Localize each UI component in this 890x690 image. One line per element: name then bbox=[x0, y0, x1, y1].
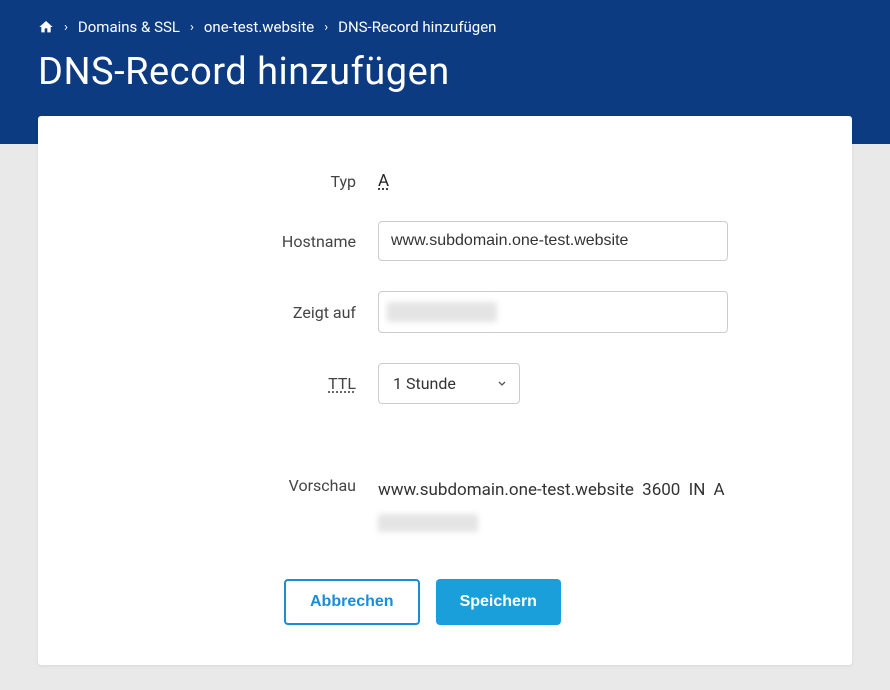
ttl-label: TTL bbox=[88, 374, 378, 393]
preview-value: www.subdomain.one-test.website 3600 IN A bbox=[378, 474, 802, 539]
redacted-value bbox=[387, 302, 497, 322]
page-title: DNS-Record hinzufügen bbox=[38, 50, 852, 94]
cancel-button[interactable]: Abbrechen bbox=[284, 579, 420, 625]
pointsto-input[interactable] bbox=[378, 291, 728, 333]
form-row-ttl: TTL 1 Stunde bbox=[88, 363, 802, 404]
form-row-type: Typ A bbox=[88, 171, 802, 191]
breadcrumb-item-domains[interactable]: Domains & SSL bbox=[78, 18, 180, 36]
home-icon[interactable] bbox=[38, 19, 54, 35]
chevron-right-icon: › bbox=[324, 20, 328, 35]
hostname-input[interactable] bbox=[378, 221, 728, 261]
form-row-pointsto: Zeigt auf bbox=[88, 291, 802, 333]
form-card: Typ A Hostname Zeigt auf TTL 1 Stunde bbox=[38, 116, 852, 665]
preview-row: Vorschau www.subdomain.one-test.website … bbox=[88, 474, 802, 539]
button-row: Abbrechen Speichern bbox=[284, 579, 802, 625]
save-button[interactable]: Speichern bbox=[436, 579, 561, 625]
chevron-right-icon: › bbox=[64, 20, 68, 35]
type-value: A bbox=[378, 171, 389, 191]
form-row-hostname: Hostname bbox=[88, 221, 802, 261]
type-label: Typ bbox=[88, 172, 378, 191]
preview-label: Vorschau bbox=[88, 474, 378, 495]
pointsto-label: Zeigt auf bbox=[88, 303, 378, 322]
hostname-label: Hostname bbox=[88, 232, 378, 251]
chevron-right-icon: › bbox=[190, 20, 194, 35]
breadcrumb-item-domain[interactable]: one-test.website bbox=[204, 18, 314, 36]
preview-text: www.subdomain.one-test.website 3600 IN A bbox=[378, 480, 725, 500]
ttl-select[interactable]: 1 Stunde bbox=[378, 363, 520, 404]
breadcrumb-item-current: DNS-Record hinzufügen bbox=[338, 18, 496, 36]
breadcrumb: › Domains & SSL › one-test.website › DNS… bbox=[38, 18, 852, 36]
redacted-value bbox=[378, 514, 478, 532]
